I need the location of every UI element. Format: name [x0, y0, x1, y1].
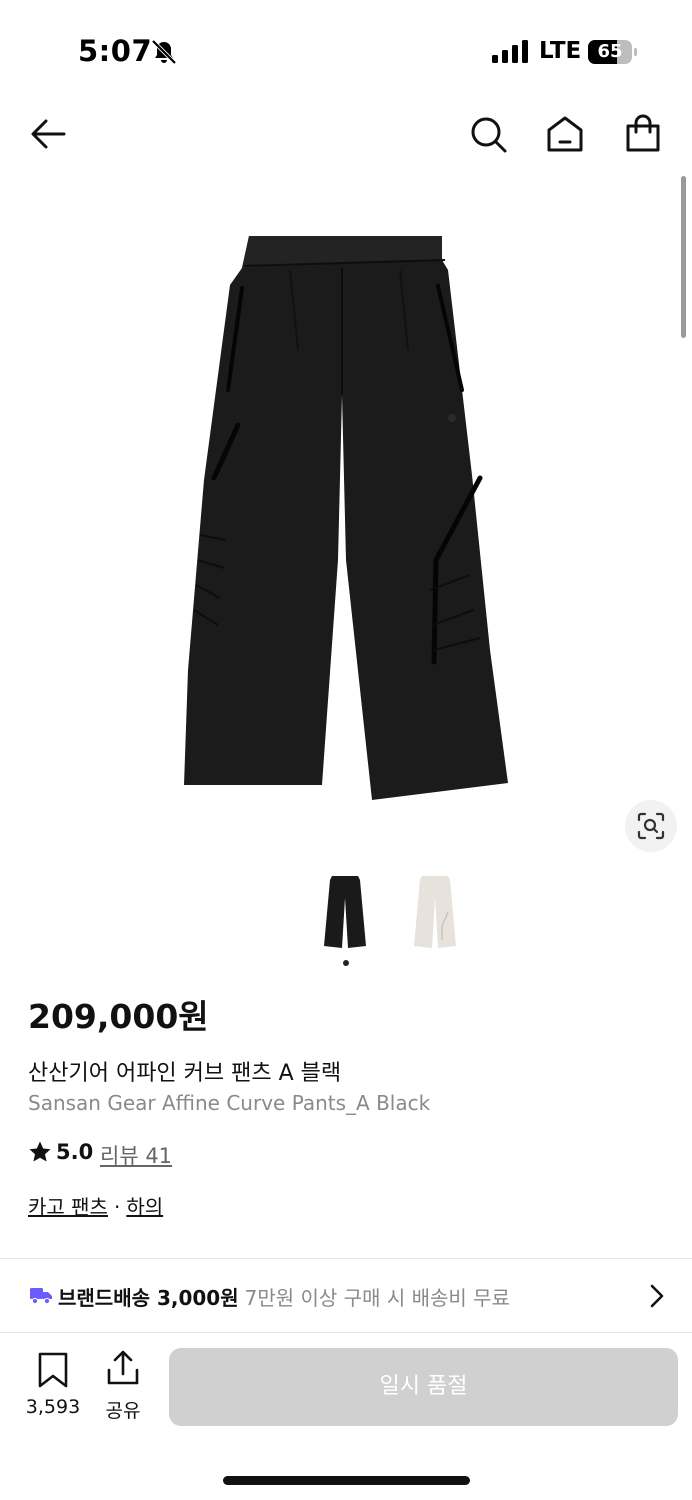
bookmark-icon	[38, 1352, 68, 1388]
chevron-right-icon	[650, 1284, 664, 1308]
delivery-truck-icon	[30, 1288, 52, 1304]
category-separator: ·	[113, 1195, 121, 1219]
product-name-korean: 산산기어 어파인 커브 팬츠 A 블랙	[28, 1061, 342, 1086]
network-type: LTE	[539, 38, 582, 64]
back-arrow-icon[interactable]	[26, 112, 70, 156]
category-link-bottoms[interactable]: 하의	[126, 1195, 163, 1219]
shipping-info-row[interactable]: 브랜드배송 3,000원 7만원 이상 구매 시 배송비 무료	[0, 1262, 692, 1330]
status-time: 5:07	[78, 34, 153, 68]
bell-off-icon	[151, 39, 177, 65]
status-bar: 5:07 LTE 65	[0, 0, 692, 100]
search-icon[interactable]	[466, 112, 510, 156]
product-name-english: Sansan Gear Affine Curve Pants_A Black	[28, 1091, 431, 1115]
review-count-link[interactable]: 리뷰 41	[100, 1140, 172, 1170]
divider	[0, 1332, 692, 1333]
thumbnail-black[interactable]	[322, 874, 368, 950]
divider	[0, 1258, 692, 1259]
carousel-indicator	[343, 960, 349, 966]
bookmark-count: 3,593	[25, 1396, 81, 1418]
shopping-bag-icon[interactable]	[621, 112, 665, 156]
home-indicator[interactable]	[223, 1476, 470, 1485]
lens-search-icon	[637, 812, 665, 840]
rating-value: 5.0	[56, 1140, 94, 1164]
product-image[interactable]	[180, 230, 512, 805]
category-breadcrumb: 카고 팬츠 · 하의	[28, 1191, 163, 1220]
product-price: 209,000원	[28, 997, 209, 1036]
shipping-fee: 브랜드배송 3,000원	[58, 1286, 239, 1310]
sold-out-button[interactable]: 일시 품절	[169, 1348, 678, 1426]
shipping-text: 브랜드배송 3,000원 7만원 이상 구매 시 배송비 무료	[58, 1282, 510, 1311]
share-icon	[107, 1350, 139, 1385]
home-icon[interactable]	[543, 112, 587, 156]
scrollbar[interactable]	[681, 176, 686, 338]
thumbnail-ivory[interactable]	[412, 874, 458, 950]
signal-icon	[492, 40, 528, 63]
share-label: 공유	[105, 1400, 141, 1422]
bottom-action-bar: 3,593 공유 일시 품절	[0, 1334, 692, 1500]
battery-level: 65	[597, 41, 623, 62]
free-shipping-condition: 7만원 이상 구매 시 배송비 무료	[244, 1286, 510, 1310]
share-button[interactable]: 공유	[100, 1350, 146, 1422]
category-link-cargo-pants[interactable]: 카고 팬츠	[28, 1195, 108, 1219]
star-icon	[29, 1141, 51, 1162]
visual-search-button[interactable]	[625, 800, 677, 852]
bookmark-button[interactable]: 3,593	[20, 1350, 86, 1420]
